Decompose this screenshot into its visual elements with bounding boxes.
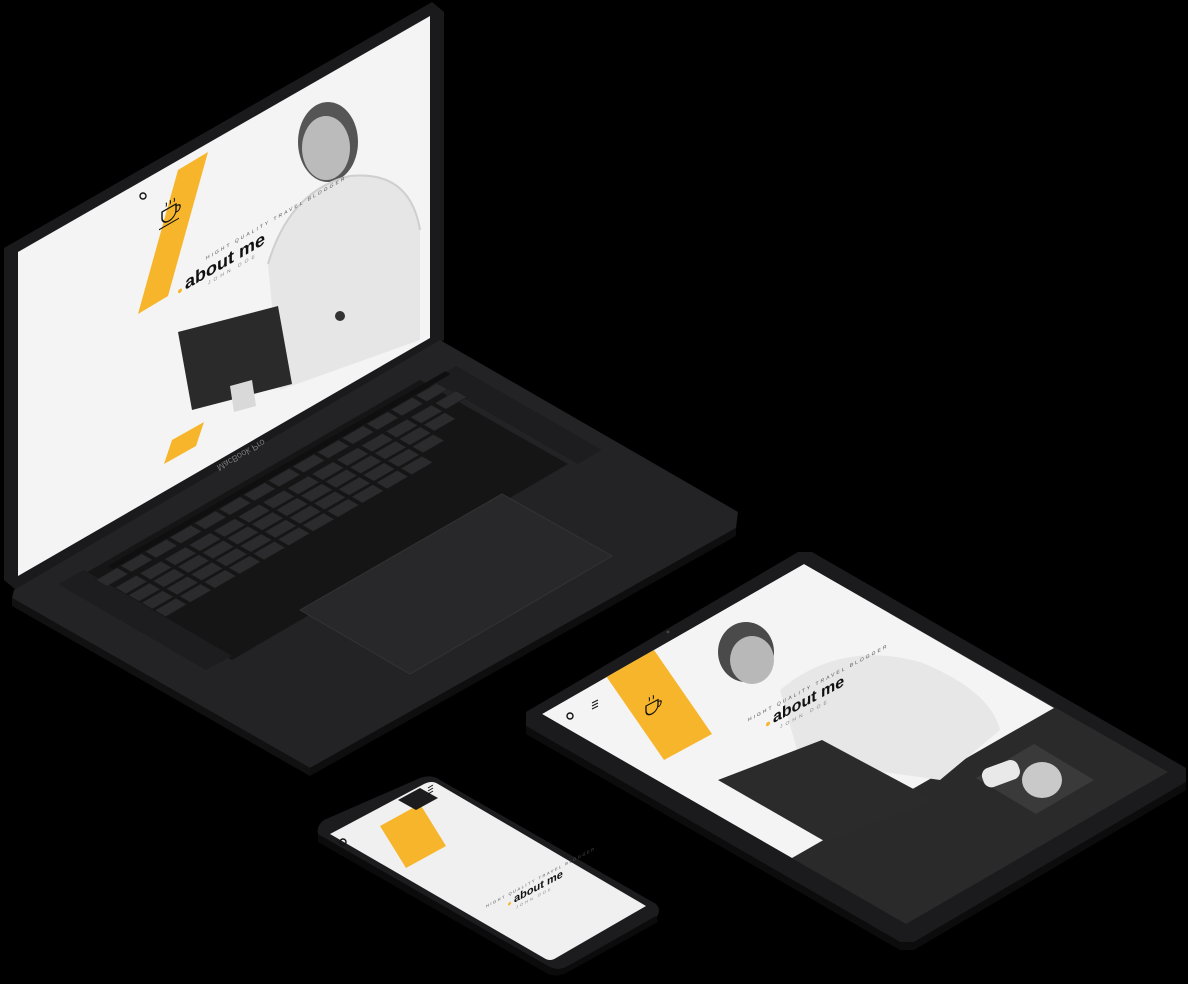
phone-device: HIGHT QUALITY TRAVEL BLOGGER about me JO… xyxy=(0,0,1188,984)
phone-body xyxy=(317,776,659,976)
